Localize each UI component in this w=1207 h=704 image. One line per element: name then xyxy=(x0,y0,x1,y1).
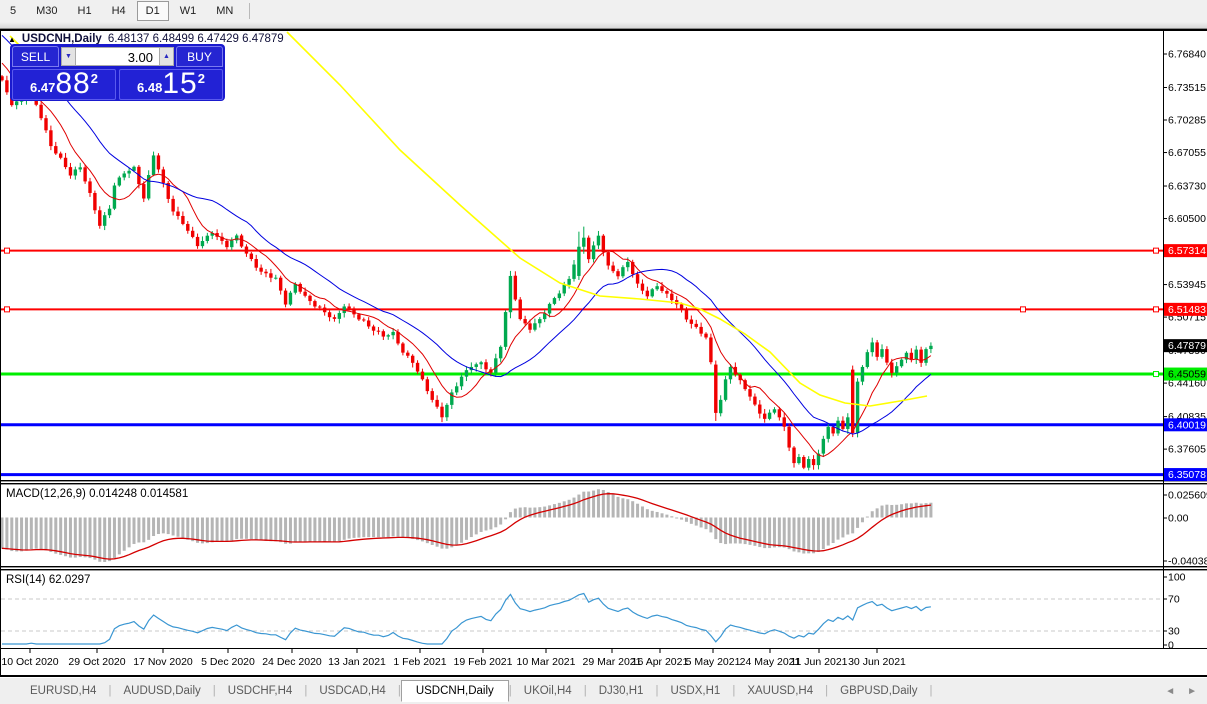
svg-text:10 Oct 2020: 10 Oct 2020 xyxy=(1,656,58,668)
ma-slow-line xyxy=(287,32,927,406)
svg-text:1 Feb 2021: 1 Feb 2021 xyxy=(393,656,446,668)
one-click-trade-panel: SELL ▼ 3.00 ▲ BUY 6.47 88 2 6.48 15 2 xyxy=(10,44,225,101)
line-anchor-marker xyxy=(5,307,10,312)
collapse-icon[interactable]: ▲ xyxy=(8,35,16,44)
tab-audusd[interactable]: AUDUSD,Daily xyxy=(111,680,212,702)
svg-text:19 Feb 2021: 19 Feb 2021 xyxy=(454,656,513,668)
sell-button[interactable]: SELL xyxy=(12,46,59,67)
svg-text:24 Dec 2020: 24 Dec 2020 xyxy=(262,656,322,668)
svg-text:29 Oct 2020: 29 Oct 2020 xyxy=(68,656,125,668)
svg-text:6.51483: 6.51483 xyxy=(1168,304,1206,316)
tab-xauusd[interactable]: XAUUSD,H4 xyxy=(735,680,825,702)
tab-usdcnh[interactable]: USDCNH,Daily xyxy=(401,680,509,702)
terminal-window: 6.76840 6.73515 6.70285 6.67055 6.63730 6.605… xyxy=(0,0,1207,704)
line-anchor-marker xyxy=(5,248,10,253)
svg-text:100: 100 xyxy=(1168,572,1186,584)
macd-histogram xyxy=(1,489,933,562)
line-anchor-marker xyxy=(1154,248,1159,253)
macd-values: 0.014248 0.014581 xyxy=(89,488,188,500)
line-anchor-marker xyxy=(1021,307,1026,312)
tf-button-5[interactable]: 5 xyxy=(1,1,25,21)
buy-price-sup: 2 xyxy=(198,71,205,86)
svg-text:6.35078: 6.35078 xyxy=(1168,469,1206,481)
svg-text:6.53945: 6.53945 xyxy=(1168,279,1206,291)
candles-layer xyxy=(0,75,932,470)
svg-text:13 Jan 2021: 13 Jan 2021 xyxy=(328,656,386,668)
tabs-scroll-right-icon[interactable]: ► xyxy=(1187,686,1197,697)
tf-button-mn[interactable]: MN xyxy=(207,1,242,21)
svg-text:5 Dec 2020: 5 Dec 2020 xyxy=(201,656,255,668)
price-axis[interactable]: 6.76840 6.73515 6.70285 6.67055 6.63730 6.605… xyxy=(1163,49,1207,652)
tabs-scroll-left-icon[interactable]: ◄ xyxy=(1165,686,1175,697)
tf-button-d1[interactable]: D1 xyxy=(137,1,169,21)
tab-usdcad[interactable]: USDCAD,H4 xyxy=(307,680,397,702)
rsi-line xyxy=(2,594,931,645)
svg-text:30: 30 xyxy=(1168,626,1180,638)
svg-text:11 Jun 2021: 11 Jun 2021 xyxy=(790,656,847,668)
line-anchor-marker xyxy=(1154,372,1159,377)
svg-text:0.00: 0.00 xyxy=(1168,513,1189,525)
horizontal-level-lines[interactable] xyxy=(1,248,1163,474)
tab-usdx[interactable]: USDX,H1 xyxy=(658,680,732,702)
svg-text:6.45059: 6.45059 xyxy=(1168,369,1206,381)
svg-text:6.40019: 6.40019 xyxy=(1168,419,1206,431)
buy-price-small: 6.48 xyxy=(137,80,162,95)
sell-price-small: 6.47 xyxy=(30,80,55,95)
tab-divider: | xyxy=(929,685,932,697)
date-axis[interactable]: 10 Oct 2020 29 Oct 2020 17 Nov 2020 5 Dec 2… xyxy=(1,649,906,668)
svg-text:6.76840: 6.76840 xyxy=(1168,49,1206,61)
ma-fast-line xyxy=(2,63,931,456)
svg-text:0.025609: 0.025609 xyxy=(1168,490,1207,502)
volume-increase-icon[interactable]: ▲ xyxy=(159,47,174,66)
svg-text:70: 70 xyxy=(1168,594,1180,606)
svg-text:6.63730: 6.63730 xyxy=(1168,181,1206,193)
tf-button-h4[interactable]: H4 xyxy=(103,1,135,21)
tf-button-m30[interactable]: M30 xyxy=(27,1,66,21)
svg-text:17 Nov 2020: 17 Nov 2020 xyxy=(133,656,193,668)
volume-decrease-icon[interactable]: ▼ xyxy=(61,47,76,66)
svg-text:6.37605: 6.37605 xyxy=(1168,444,1206,456)
buy-price-button[interactable]: 6.48 15 2 xyxy=(119,69,223,100)
toolbar-separator xyxy=(0,22,1207,29)
volume-input[interactable]: 3.00 xyxy=(76,47,159,66)
rsi-value: 62.0297 xyxy=(49,574,91,586)
timeframe-toolbar: 5M30H1H4D1W1MN xyxy=(0,0,1207,22)
svg-text:6.67055: 6.67055 xyxy=(1168,147,1206,159)
price-chart[interactable]: 6.76840 6.73515 6.70285 6.67055 6.63730 6.605… xyxy=(0,0,1207,704)
sell-price-button[interactable]: 6.47 88 2 xyxy=(12,69,116,100)
symbol-tab-bar: EURUSD,H4|AUDUSD,Daily|USDCHF,H4|USDCAD,… xyxy=(0,678,1207,704)
buy-button[interactable]: BUY xyxy=(176,46,223,67)
macd-label: MACD(12,26,9) 0.014248 0.014581 xyxy=(6,488,188,500)
line-anchor-marker xyxy=(1154,307,1159,312)
toolbar-divider xyxy=(249,3,250,19)
svg-text:6.73515: 6.73515 xyxy=(1168,82,1206,94)
svg-text:10 Mar 2021: 10 Mar 2021 xyxy=(517,656,576,668)
rsi-label: RSI(14) 62.0297 xyxy=(6,574,90,586)
svg-text:6.57314: 6.57314 xyxy=(1168,245,1206,257)
buy-price-big: 15 xyxy=(162,70,197,98)
tab-gbpusd[interactable]: GBPUSD,Daily xyxy=(828,680,929,702)
svg-text:16 Apr 2021: 16 Apr 2021 xyxy=(632,656,689,668)
svg-text:30 Jun 2021: 30 Jun 2021 xyxy=(848,656,906,668)
tab-ukoil[interactable]: UKOil,H4 xyxy=(512,680,584,702)
svg-text:6.47879: 6.47879 xyxy=(1168,340,1206,352)
sell-price-sup: 2 xyxy=(91,71,98,86)
svg-text:6.60500: 6.60500 xyxy=(1168,213,1206,225)
svg-text:-0.040386: -0.040386 xyxy=(1168,556,1207,568)
svg-text:0: 0 xyxy=(1168,640,1174,652)
tf-button-w1[interactable]: W1 xyxy=(171,1,206,21)
tf-button-h1[interactable]: H1 xyxy=(69,1,101,21)
tab-usdchf[interactable]: USDCHF,H4 xyxy=(216,680,305,702)
svg-text:5 May 2021: 5 May 2021 xyxy=(686,656,741,668)
tab-dj30[interactable]: DJ30,H1 xyxy=(587,680,656,702)
svg-text:6.70285: 6.70285 xyxy=(1168,115,1206,127)
tab-eurusd[interactable]: EURUSD,H4 xyxy=(18,680,108,702)
sell-price-big: 88 xyxy=(55,70,90,98)
